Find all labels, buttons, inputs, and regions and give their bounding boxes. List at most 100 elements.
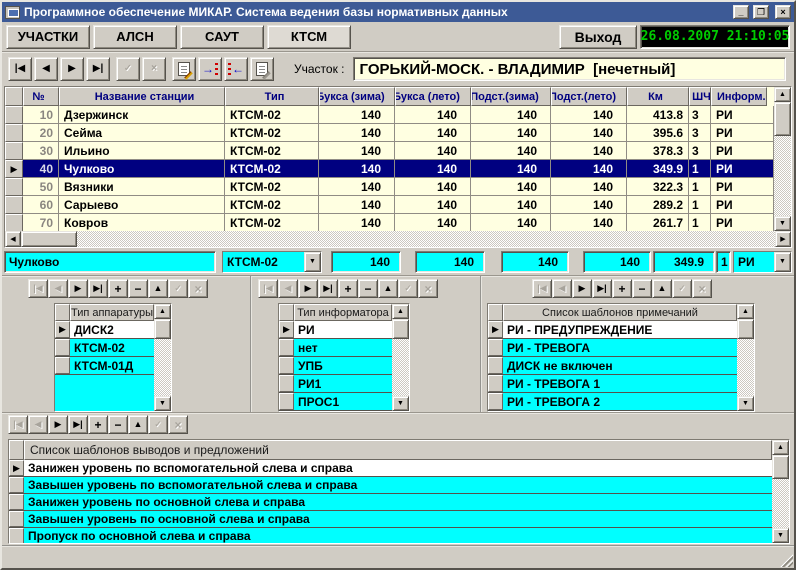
- scroll-thumb[interactable]: [392, 319, 409, 339]
- table-row[interactable]: 60СарыевоКТСМ-02140140140140289.21РИ: [5, 196, 774, 214]
- tab-uchastki[interactable]: УЧАСТКИ: [6, 25, 90, 49]
- list-item[interactable]: Пропуск по основной слева и справа: [9, 528, 772, 543]
- scroll-down-icon[interactable]: ▼: [774, 216, 791, 231]
- tab-ktsm[interactable]: КТСМ: [267, 25, 351, 49]
- nav-edit-button[interactable]: ▲: [652, 279, 672, 298]
- nav-delete-button[interactable]: −: [128, 279, 148, 298]
- km-field[interactable]: 349.9: [653, 251, 715, 273]
- list-item[interactable]: ▶РИ: [279, 321, 392, 339]
- delete-record-button[interactable]: ←: [224, 57, 248, 81]
- list-item[interactable]: Завышен уровень по вспомогательной слева…: [9, 477, 772, 494]
- scroll-up-icon[interactable]: ▲: [154, 304, 171, 319]
- buksa-summer-field[interactable]: 140: [415, 251, 485, 273]
- nav-insert-button[interactable]: +: [88, 415, 108, 434]
- informer-type-vertical-scrollbar[interactable]: ▲▼: [392, 304, 409, 411]
- nav-edit-button[interactable]: ▲: [148, 279, 168, 298]
- nav-last-button[interactable]: ▶|: [88, 279, 108, 298]
- buksa-winter-field[interactable]: 140: [331, 251, 401, 273]
- chevron-down-icon[interactable]: ▼: [774, 252, 791, 272]
- stations-horizontal-scrollbar[interactable]: ◀ ▶: [5, 231, 791, 247]
- nav-last-button[interactable]: ▶|: [318, 279, 338, 298]
- nav-insert-button[interactable]: +: [108, 279, 128, 298]
- table-row[interactable]: 50ВязникиКТСМ-02140140140140322.31РИ: [5, 178, 774, 196]
- scroll-up-icon[interactable]: ▲: [772, 440, 789, 455]
- list-item[interactable]: РИ - ТРЕВОГА: [488, 339, 737, 357]
- list-item[interactable]: ▶ДИСК2: [55, 321, 154, 339]
- chevron-down-icon[interactable]: ▼: [304, 252, 321, 272]
- nav-delete-button[interactable]: −: [358, 279, 378, 298]
- nav-next-button[interactable]: ▶: [572, 279, 592, 298]
- scroll-down-icon[interactable]: ▼: [737, 396, 754, 411]
- list-item[interactable]: РИ - ТРЕВОГА 2: [488, 393, 737, 411]
- scroll-up-icon[interactable]: ▲: [774, 87, 791, 102]
- table-row[interactable]: 10ДзержинскКТСМ-02140140140140413.83РИ: [5, 106, 774, 124]
- insert-record-button[interactable]: →: [198, 57, 222, 81]
- apparatus-type-combo[interactable]: КТСМ-02▼: [222, 251, 322, 273]
- informer-combo[interactable]: РИ▼: [733, 251, 792, 273]
- scroll-down-icon[interactable]: ▼: [392, 396, 409, 411]
- podst-summer-field[interactable]: 140: [583, 251, 651, 273]
- scroll-thumb[interactable]: [772, 455, 789, 479]
- nav-delete-button[interactable]: −: [108, 415, 128, 434]
- scroll-up-icon[interactable]: ▲: [392, 304, 409, 319]
- list-item[interactable]: Занижен уровень по основной слева и спра…: [9, 494, 772, 511]
- list-item[interactable]: нет: [279, 339, 392, 357]
- next-record-button[interactable]: ▶: [60, 57, 84, 81]
- scroll-right-icon[interactable]: ▶: [775, 231, 791, 247]
- station-name-field[interactable]: Чулково: [4, 251, 216, 273]
- scroll-down-icon[interactable]: ▼: [772, 528, 789, 543]
- nav-insert-button[interactable]: +: [612, 279, 632, 298]
- minimize-button[interactable]: _: [733, 5, 749, 19]
- first-record-button[interactable]: |◀: [8, 57, 32, 81]
- scroll-thumb[interactable]: [21, 231, 77, 247]
- list-item[interactable]: КТСМ-02: [55, 339, 154, 357]
- column-header-5: Подст.(зима): [471, 87, 551, 106]
- table-row[interactable]: 30ИльиноКТСМ-02140140140140378.33РИ: [5, 142, 774, 160]
- table-row[interactable]: 70КовровКТСМ-02140140140140261.71РИ: [5, 214, 774, 231]
- nav-next-button[interactable]: ▶: [298, 279, 318, 298]
- nav-next-button[interactable]: ▶: [48, 415, 68, 434]
- list-item[interactable]: Завышен уровень по основной слева и спра…: [9, 511, 772, 528]
- scroll-thumb[interactable]: [154, 319, 171, 339]
- scroll-track[interactable]: [154, 319, 171, 396]
- scroll-left-icon[interactable]: ◀: [5, 231, 21, 247]
- nav-edit-button[interactable]: ▲: [378, 279, 398, 298]
- table-row[interactable]: 20СеймаКТСМ-02140140140140395.63РИ: [5, 124, 774, 142]
- prior-record-button[interactable]: ◀: [34, 57, 58, 81]
- exit-button[interactable]: Выход: [559, 25, 637, 49]
- nav-delete-button[interactable]: −: [632, 279, 652, 298]
- list-item[interactable]: ПРОС1: [279, 393, 392, 411]
- nav-edit-button[interactable]: ▲: [128, 415, 148, 434]
- scroll-up-icon[interactable]: ▲: [737, 304, 754, 319]
- resize-grip-icon[interactable]: [780, 554, 793, 567]
- apparatus-type-vertical-scrollbar[interactable]: ▲▼: [154, 304, 171, 411]
- list-item[interactable]: УПБ: [279, 357, 392, 375]
- nav-last-button[interactable]: ▶|: [592, 279, 612, 298]
- edit-record-button[interactable]: [172, 57, 196, 81]
- nav-insert-button[interactable]: +: [338, 279, 358, 298]
- podst-winter-field[interactable]: 140: [501, 251, 569, 273]
- list-item[interactable]: РИ - ТРЕВОГА 1: [488, 375, 737, 393]
- conclusions-vertical-scrollbar[interactable]: ▲ ▼: [772, 440, 789, 543]
- nav-next-button[interactable]: ▶: [68, 279, 88, 298]
- table-row[interactable]: ▶40ЧулковоКТСМ-02140140140140349.91РИ: [5, 160, 774, 178]
- tab-alsn[interactable]: АЛСН: [93, 25, 177, 49]
- list-item[interactable]: ДИСК не включен: [488, 357, 737, 375]
- close-button[interactable]: ×: [775, 5, 791, 19]
- maximize-button[interactable]: ❐: [753, 5, 769, 19]
- scroll-down-icon[interactable]: ▼: [154, 396, 171, 411]
- scroll-thumb[interactable]: [737, 319, 754, 339]
- nav-last-button[interactable]: ▶|: [68, 415, 88, 434]
- tab-saut[interactable]: САУТ: [180, 25, 264, 49]
- shch-field[interactable]: 1: [716, 251, 731, 273]
- scroll-track[interactable]: [392, 319, 409, 396]
- stations-vertical-scrollbar[interactable]: ▲ ▼: [774, 87, 791, 231]
- last-record-button[interactable]: ▶|: [86, 57, 110, 81]
- scroll-track[interactable]: [737, 319, 754, 396]
- list-item[interactable]: ▶РИ - ПРЕДУПРЕЖДЕНИЕ: [488, 321, 737, 339]
- note-templates-vertical-scrollbar[interactable]: ▲▼: [737, 304, 754, 411]
- list-item[interactable]: ▶Занижен уровень по вспомогательной слев…: [9, 460, 772, 477]
- scroll-thumb[interactable]: [774, 102, 791, 136]
- list-item[interactable]: КТСМ-01Д: [55, 357, 154, 375]
- list-item[interactable]: РИ1: [279, 375, 392, 393]
